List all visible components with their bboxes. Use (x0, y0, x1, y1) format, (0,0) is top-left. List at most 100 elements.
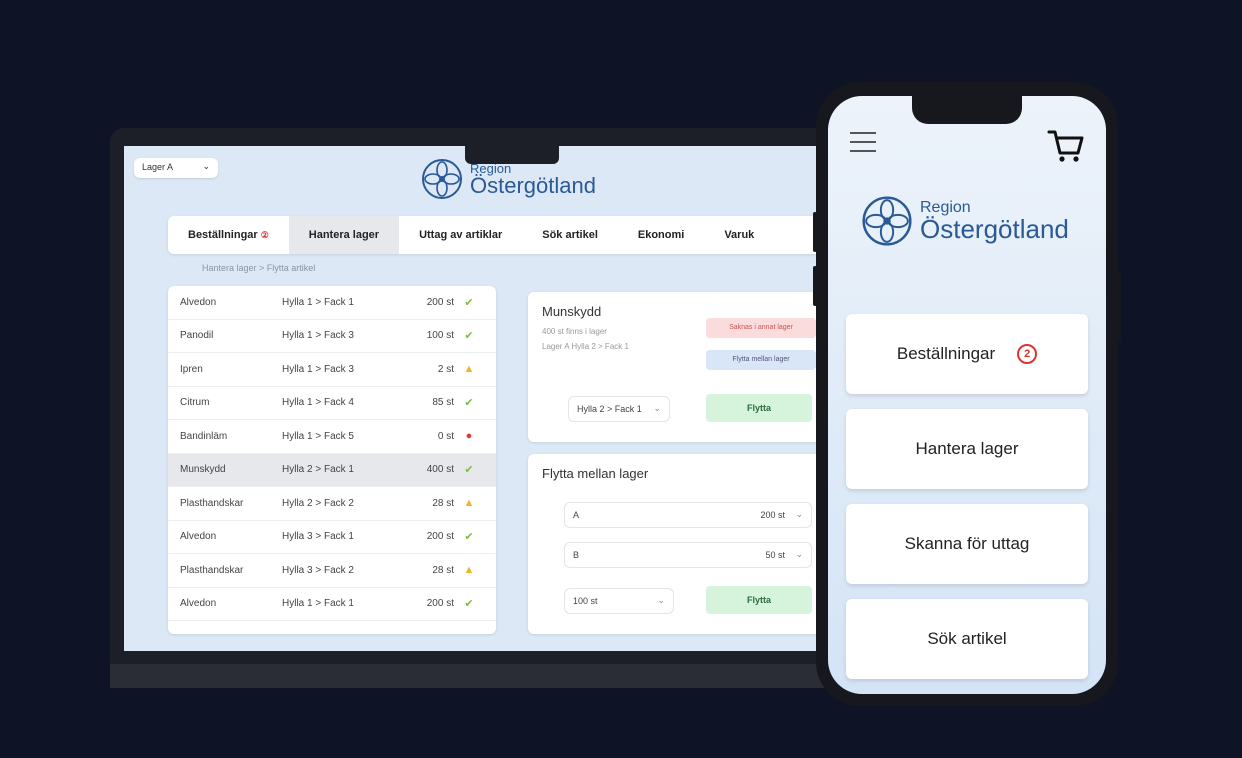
chevron-down-icon: ⌄ (795, 549, 803, 559)
article-location: Hylla 3 > Fack 1 (282, 531, 354, 543)
article-qty: 85 st (432, 397, 454, 409)
article-location: Hylla 1 > Fack 5 (282, 430, 354, 442)
article-qty: 100 st (426, 330, 454, 342)
location-select-value: Hylla 2 > Fack 1 (577, 404, 642, 414)
article-qty: 200 st (426, 531, 454, 543)
location-select[interactable]: Hylla 2 > Fack 1 ⌄ (568, 396, 670, 422)
article-qty: 200 st (426, 296, 454, 308)
table-row[interactable]: Munskydd Hylla 2 > Fack 1 400 st ✔ (168, 453, 496, 487)
table-row[interactable]: Panodil Hylla 1 > Fack 3 100 st ✔ (168, 320, 496, 353)
article-detail-card: Munskydd 400 st finns i lager Lager A Hy… (528, 292, 828, 442)
move-between-warehouses-card: Flytta mellan lager A 200 st ⌄ B 50 st ⌄… (528, 454, 828, 634)
laptop-device: Lager A ⌄ Region Östergötland Beställnin… (110, 128, 850, 688)
article-name: Plasthandskar (180, 497, 244, 509)
article-name: Bandinläm (180, 430, 228, 442)
to-qty: 50 st (765, 550, 785, 560)
article-desc-line: Lager A Hylla 2 > Fack 1 (542, 342, 629, 351)
breadcrumb: Hantera lager > Flytta artikel (202, 263, 316, 273)
article-qty: 0 st (437, 430, 454, 442)
from-qty: 200 st (760, 510, 785, 520)
move-between-button[interactable]: Flytta (706, 586, 812, 614)
check-icon: ✔ (464, 531, 474, 544)
brand-logo: Region Östergötland (860, 194, 1069, 248)
phone-side-button (813, 212, 817, 252)
phone-power-button (1117, 272, 1121, 342)
menu-icon[interactable] (850, 132, 876, 154)
warning-icon: ▲ (463, 363, 475, 376)
laptop-screen: Lager A ⌄ Region Östergötland Beställnin… (124, 146, 850, 651)
table-row[interactable]: Alvedon Hylla 1 > Fack 1 200 st ✔ (168, 588, 496, 621)
table-row[interactable]: Alvedon Hylla 1 > Fack 1 200 st ✔ (168, 286, 496, 320)
region-flower-logo-icon (862, 196, 912, 246)
chevron-down-icon: ⌄ (657, 595, 665, 605)
article-name: Ipren (180, 363, 203, 375)
tab-uttag-av-artiklar[interactable]: Uttag av artiklar (399, 216, 522, 254)
article-name: Alvedon (180, 296, 217, 308)
manage-stock-button[interactable]: Hantera lager (846, 409, 1088, 489)
from-warehouse-select[interactable]: A 200 st ⌄ (564, 502, 812, 528)
article-location: Hylla 1 > Fack 3 (282, 330, 354, 342)
article-location: Hylla 1 > Fack 3 (282, 363, 354, 375)
table-row[interactable]: Plasthandskar Hylla 2 > Fack 2 28 st ▲ (168, 487, 496, 521)
quantity-value: 100 st (573, 596, 598, 606)
tab-ekonomi[interactable]: Ekonomi (618, 216, 704, 254)
article-location: Hylla 2 > Fack 2 (282, 497, 354, 509)
error-dot-icon: ● (465, 430, 473, 443)
chevron-down-icon: ⌄ (653, 403, 661, 413)
logo-name-text: Östergötland (920, 214, 1069, 244)
article-description: 400 st finns i lager Lager A Hylla 2 > F… (542, 324, 629, 354)
phone-side-button (813, 266, 817, 306)
tab-label: Beställningar (188, 229, 258, 241)
article-qty: 2 st (437, 363, 454, 375)
table-row[interactable]: Bandinläm Hylla 1 > Fack 5 0 st ● (168, 420, 496, 454)
check-icon: ✔ (464, 464, 474, 477)
article-name: Panodil (180, 330, 214, 342)
laptop-base (110, 664, 850, 688)
article-name: Alvedon (180, 598, 217, 610)
notification-badge-icon: ② (260, 230, 269, 240)
article-qty: 28 st (432, 564, 454, 576)
inventory-table: Alvedon Hylla 1 > Fack 1 200 st ✔ Panodil Hyl… (168, 286, 496, 634)
notification-badge: 2 (1017, 344, 1038, 364)
table-row[interactable]: Alvedon Hylla 3 > Fack 1 200 st ✔ (168, 521, 496, 554)
scan-withdrawal-button[interactable]: Skanna för uttag (846, 504, 1088, 584)
article-location: Hylla 1 > Fack 1 (282, 296, 354, 308)
table-row[interactable]: Citrum Hylla 1 > Fack 4 85 st ✔ (168, 387, 496, 420)
from-warehouse-value: A (573, 510, 580, 520)
article-location: Hylla 1 > Fack 4 (282, 397, 354, 409)
article-name: Alvedon (180, 531, 217, 543)
phone-screen: Region Östergötland Beställningar 2 Hant… (828, 96, 1106, 694)
table-row[interactable]: Plasthandskar Hylla 3 > Fack 2 28 st ▲ (168, 554, 496, 588)
check-icon: ✔ (464, 296, 474, 309)
phone-notch (912, 96, 1022, 124)
article-qty: 400 st (426, 464, 454, 476)
check-icon: ✔ (464, 397, 474, 410)
tab-bestallningar[interactable]: Beställningar ② (168, 216, 289, 254)
status-pill-missing[interactable]: Saknas i annat lager (706, 318, 816, 338)
lager-select[interactable]: Lager A ⌄ (134, 158, 218, 178)
article-location: Hylla 1 > Fack 1 (282, 598, 354, 610)
chevron-down-icon: ⌄ (202, 161, 210, 171)
quantity-select[interactable]: 100 st ⌄ (564, 588, 674, 614)
tab-sok-artikel[interactable]: Sök artikel (522, 216, 618, 254)
search-article-button[interactable]: Sök artikel (846, 599, 1088, 679)
table-row[interactable]: Ipren Hylla 1 > Fack 3 2 st ▲ (168, 353, 496, 387)
orders-button-label: Beställningar (896, 344, 996, 363)
move-card-title: Flytta mellan lager (542, 466, 649, 481)
tab-hantera-lager[interactable]: Hantera lager (288, 216, 400, 254)
check-icon: ✔ (464, 330, 474, 343)
article-qty: 200 st (426, 598, 454, 610)
tab-varuk[interactable]: Varuk (704, 216, 774, 254)
region-flower-logo-icon (422, 159, 462, 199)
cart-icon[interactable] (1046, 126, 1086, 166)
article-name: Plasthandskar (180, 564, 244, 576)
article-name: Munskydd (180, 464, 226, 476)
move-button[interactable]: Flytta (706, 394, 812, 422)
to-warehouse-select[interactable]: B 50 st ⌄ (564, 542, 812, 568)
check-icon: ✔ (464, 598, 474, 611)
orders-button[interactable]: Beställningar 2 (846, 314, 1088, 394)
logo-name-text: Östergötland (470, 172, 596, 198)
status-pill-move[interactable]: Flytta mellan lager (706, 350, 816, 370)
phone-device: Region Östergötland Beställningar 2 Hant… (813, 82, 1121, 706)
main-tabbar: Beställningar ② Hantera lager Uttag av ar… (168, 216, 850, 254)
